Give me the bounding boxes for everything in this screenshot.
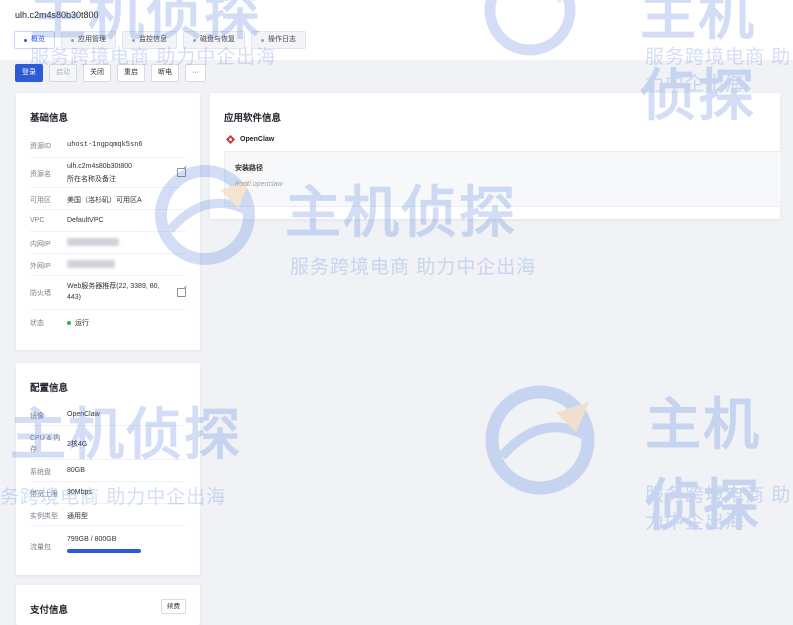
app-item[interactable]: OpenClaw: [226, 135, 274, 144]
basic-info-card: 基础信息 资源ID uhost-1ngpqmqk5sn6 资源名 ulh.c2m…: [16, 93, 200, 350]
tab-dot-icon: [71, 38, 74, 42]
status-value: 运行: [75, 320, 89, 327]
disk-label: 系统盘: [30, 469, 51, 476]
tab-app-management[interactable]: 应用管理: [61, 31, 116, 49]
vpc-label: VPC: [30, 217, 45, 224]
instance-type-value: 通用型: [67, 513, 88, 520]
public-ip-row: 外网IP: [30, 253, 186, 276]
vpc-row: VPC DefaultVPC: [30, 209, 186, 232]
renew-button[interactable]: 续费: [161, 599, 186, 614]
tab-dot-icon: [24, 38, 27, 42]
status-badge: 运行: [67, 318, 89, 328]
tab-overview[interactable]: 概览: [14, 31, 55, 49]
watermark-logo: 主机侦探: [645, 393, 761, 539]
tab-dot-icon: [193, 38, 196, 42]
tab-operation-log[interactable]: 操作日志: [251, 31, 306, 49]
watermark-globe-icon: [485, 385, 595, 495]
traffic-value: 799GB / 800GB: [67, 536, 117, 543]
instance-type-label: 实例类型: [30, 513, 58, 520]
tab-disk-recovery[interactable]: 磁盘与恢复: [183, 31, 245, 49]
start-button[interactable]: 启动: [49, 64, 77, 82]
more-button[interactable]: ···: [185, 64, 206, 82]
login-button[interactable]: 登录: [15, 64, 43, 82]
cpu-row: CPU & 内存 2核4G: [30, 425, 186, 460]
status-label: 状态: [30, 320, 44, 327]
private-ip-row: 内网IP: [30, 231, 186, 254]
image-value: OpenClaw: [67, 411, 100, 418]
resource-name-value: ulh.c2m4s80b30t800: [67, 163, 132, 170]
traffic-label: 流量包: [30, 544, 51, 551]
software-info-title: 应用软件信息: [224, 113, 282, 124]
tab-dot-icon: [261, 38, 264, 42]
tab-monitoring[interactable]: 监控信息: [122, 31, 177, 49]
restart-button[interactable]: 重启: [117, 64, 145, 82]
bandwidth-row: 带宽上限 30Mbps: [30, 481, 186, 504]
status-row: 状态 运行: [30, 309, 186, 331]
tab-label: 磁盘与恢复: [200, 36, 235, 43]
config-info-title: 配置信息: [30, 383, 69, 394]
watermark-bottom-right: 主机侦探 服务跨境电商 助力中企出海: [480, 380, 793, 539]
openclaw-icon: [226, 135, 235, 144]
basic-info-title: 基础信息: [30, 113, 69, 124]
disk-row: 系统盘 80GB: [30, 459, 186, 482]
cpu-label: CPU & 内存: [30, 435, 61, 453]
header-bar: ulh.c2m4s80b30t800 概览 应用管理 监控信息 磁盘与恢复 操作…: [0, 0, 793, 60]
image-label: 镜像: [30, 413, 44, 420]
zone-row: 可用区 美国（洛杉矶）可用区A: [30, 187, 186, 210]
tab-label: 应用管理: [78, 36, 106, 43]
tab-dot-icon: [132, 38, 135, 42]
resource-name-label: 资源名: [30, 171, 51, 178]
action-toolbar: 登录 启动 关闭 重启 断电 ···: [15, 64, 206, 82]
app-name: OpenClaw: [240, 136, 275, 143]
vpc-value[interactable]: DefaultVPC: [67, 217, 104, 224]
zone-value: 美国（洛杉矶）可用区A: [67, 197, 142, 204]
cpu-value: 2核4G: [67, 441, 88, 448]
disk-value: 80GB: [67, 467, 85, 474]
zone-label: 可用区: [30, 197, 51, 204]
tab-label: 操作日志: [268, 36, 296, 43]
shutdown-button[interactable]: 关闭: [83, 64, 111, 82]
edit-name-icon[interactable]: [177, 168, 186, 177]
page-title: ulh.c2m4s80b30t800: [15, 10, 99, 20]
watermark-slogan: 服务跨境电商 助力中企出海: [645, 485, 792, 533]
traffic-progress-bar: [67, 549, 141, 553]
resource-id-value: uhost-1ngpqmqk5sn6: [67, 141, 143, 149]
payment-info-card: 支付信息 续费: [16, 585, 200, 625]
power-off-button[interactable]: 断电: [151, 64, 179, 82]
firewall-row: 防火墙 Web服务器推荐(22, 3389, 80, 443): [30, 275, 186, 310]
software-info-card: 应用软件信息 OpenClaw 安装路径 /root/.openclaw: [210, 93, 782, 219]
private-ip-label: 内网IP: [30, 241, 51, 248]
bandwidth-label: 带宽上限: [30, 491, 58, 498]
install-path-value: /root/.openclaw: [235, 181, 283, 188]
instance-type-row: 实例类型 通用型: [30, 503, 186, 526]
tab-label: 监控信息: [139, 36, 167, 43]
public-ip-label: 外网IP: [30, 263, 51, 270]
image-row: 镜像 OpenClaw: [30, 403, 186, 426]
resource-id-label: 资源ID: [30, 143, 51, 150]
firewall-label: 防火墙: [30, 290, 51, 297]
public-ip-value-redacted: [67, 260, 115, 270]
tab-label: 概览: [31, 36, 45, 43]
traffic-row: 流量包 799GB / 800GB: [30, 525, 186, 561]
tab-bar: 概览 应用管理 监控信息 磁盘与恢复 操作日志: [14, 31, 306, 49]
resource-name-row: 资源名 ulh.c2m4s80b30t800 所在名称及备注: [30, 157, 186, 188]
status-dot-icon: [67, 321, 71, 326]
install-path-box: 安装路径 /root/.openclaw: [224, 151, 782, 207]
install-path-label: 安装路径: [235, 165, 263, 172]
resource-id-row: 资源ID uhost-1ngpqmqk5sn6: [30, 133, 186, 158]
private-ip-value-redacted: [67, 238, 119, 248]
firewall-value[interactable]: Web服务器推荐(22, 3389, 80, 443): [67, 281, 175, 303]
resource-name-sub: 所在名称及备注: [67, 176, 116, 183]
config-info-card: 配置信息 镜像 OpenClaw CPU & 内存 2核4G 系统盘 80GB …: [16, 363, 200, 575]
bandwidth-value: 30Mbps: [67, 489, 92, 496]
edit-firewall-icon[interactable]: [177, 288, 186, 297]
watermark-slogan: 服务跨境电商 助力中企出海: [290, 257, 537, 278]
